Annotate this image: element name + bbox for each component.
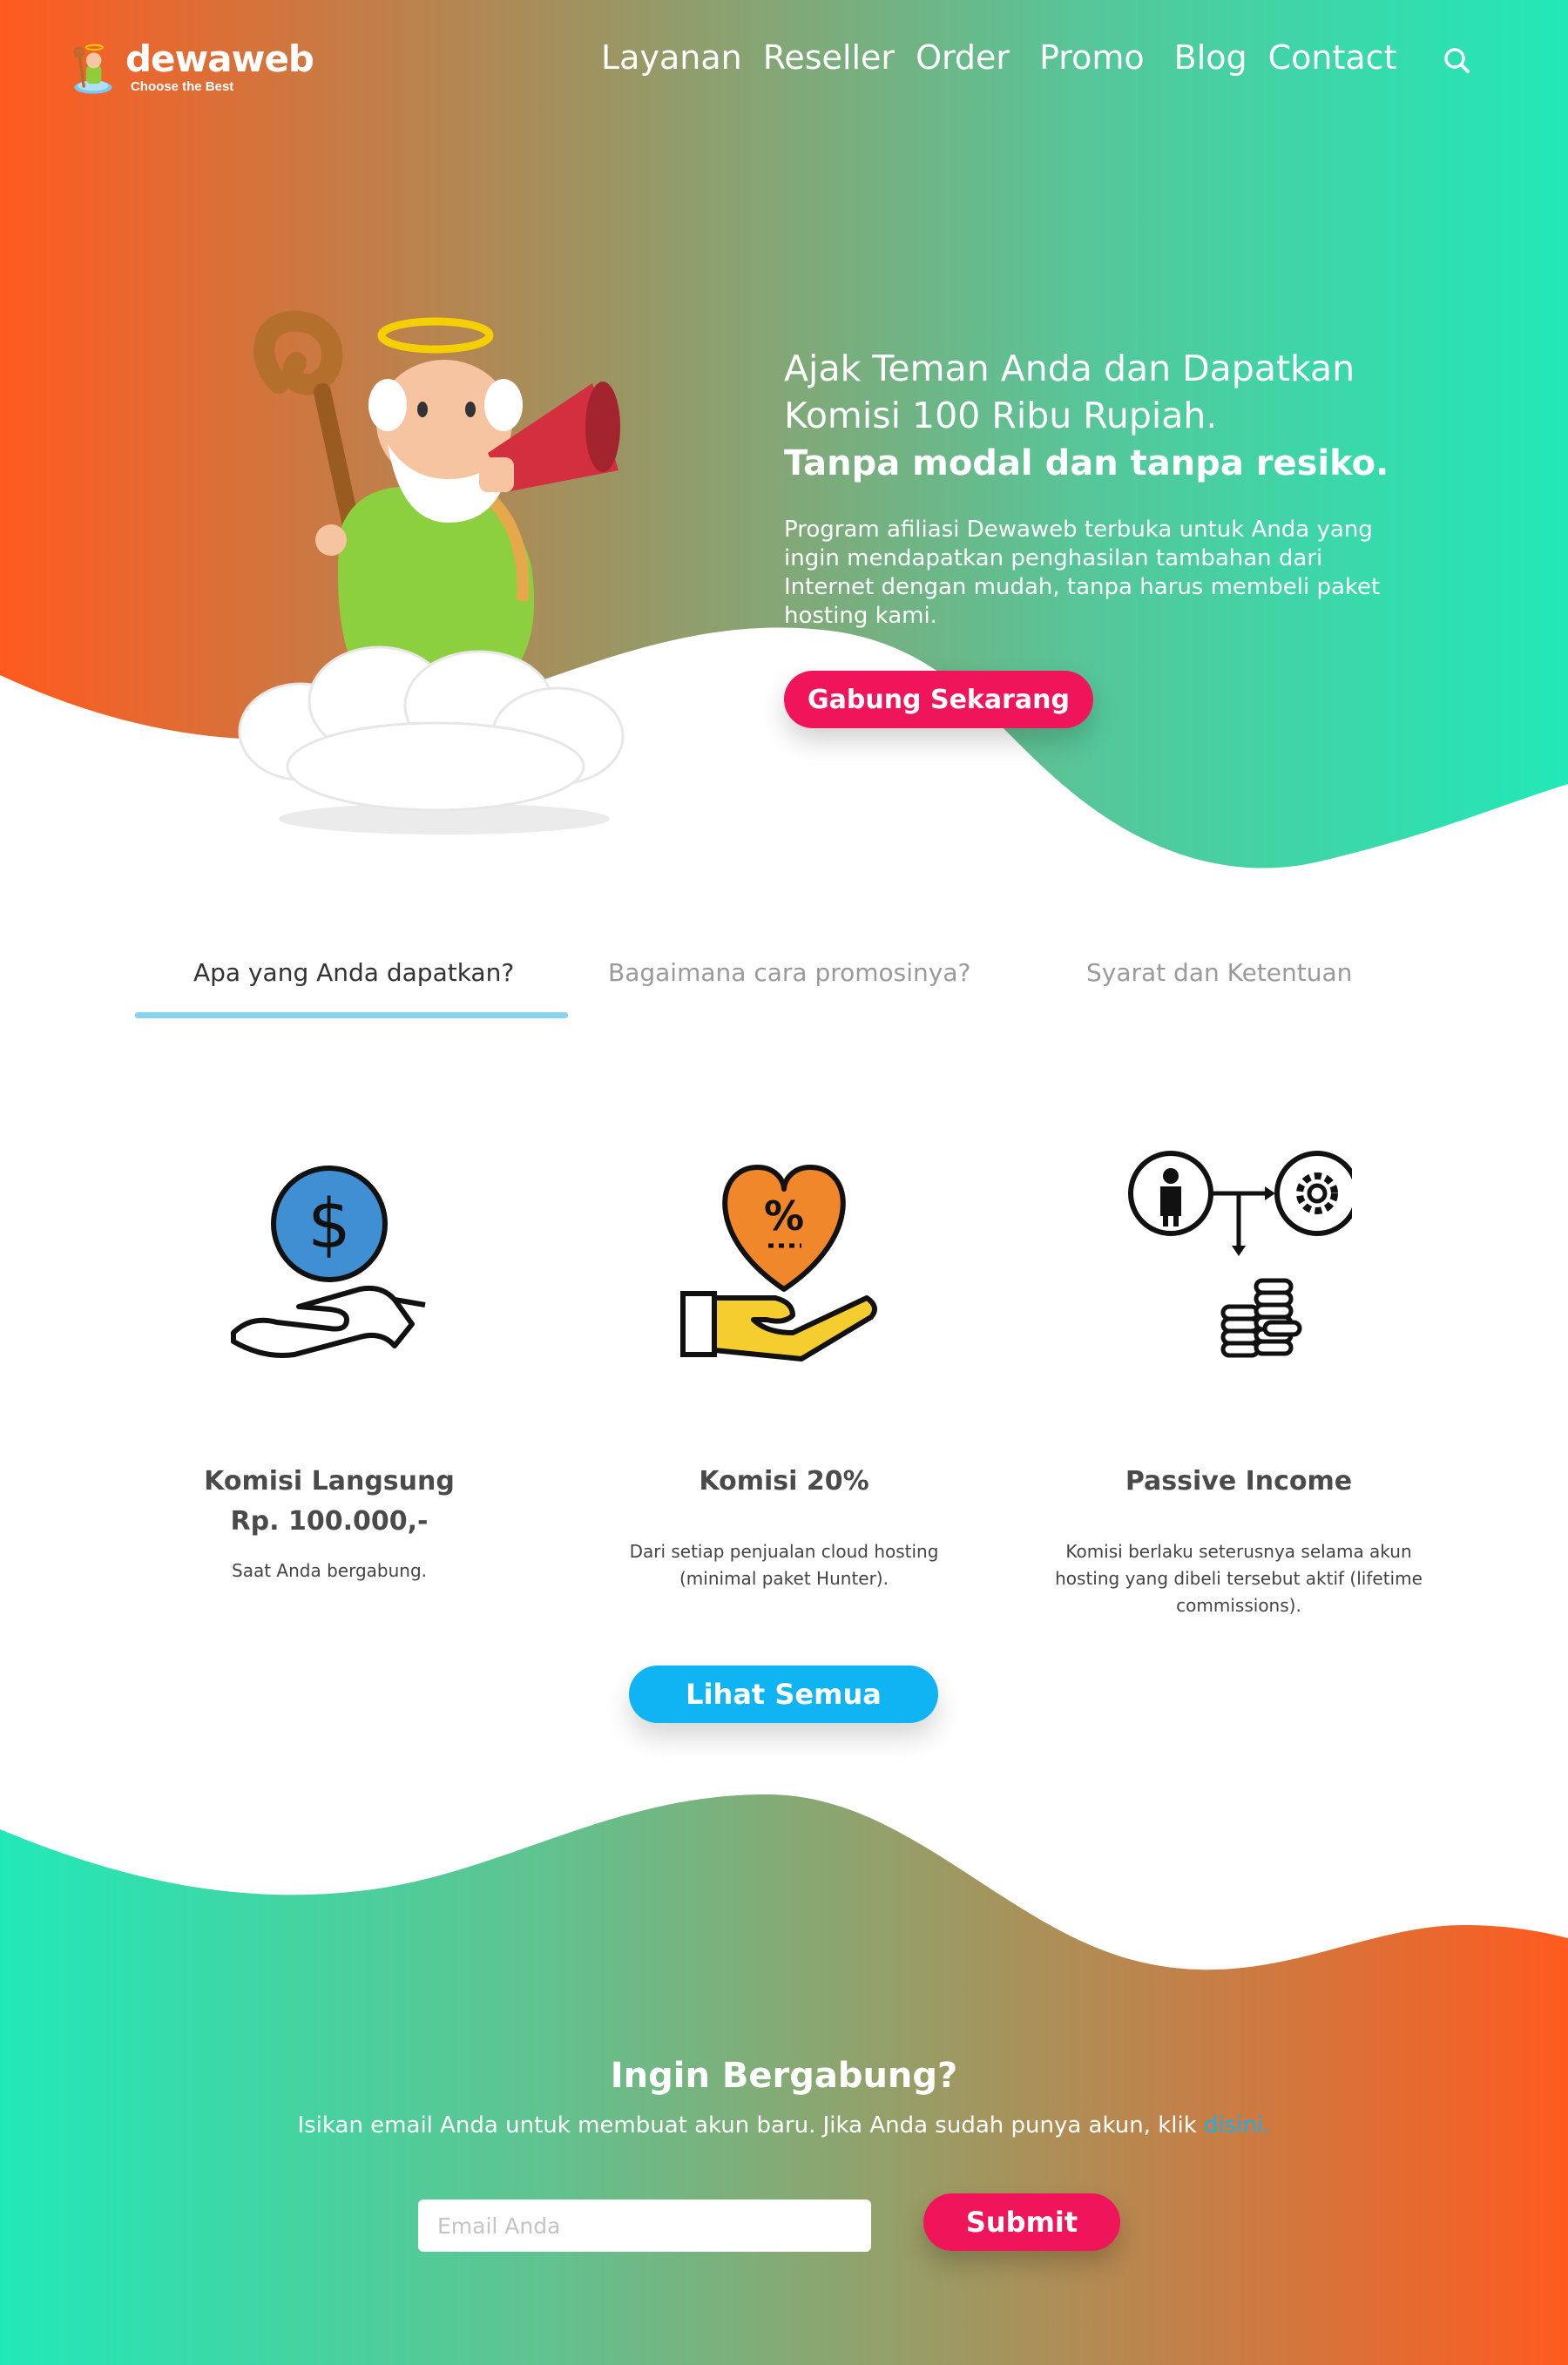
feature-title: Komisi Langsung bbox=[204, 1466, 455, 1497]
join-title: Ingin Bergabung? bbox=[610, 2056, 958, 2096]
info-tabs: Apa yang Anda dapatkan? Bagaimana cara p… bbox=[135, 958, 1433, 1019]
hero-heading-line2: Komisi 100 Ribu Rupiah. bbox=[784, 395, 1218, 436]
join-now-button[interactable]: Gabung Sekarang bbox=[784, 671, 1093, 728]
mascot-illustration bbox=[238, 310, 625, 835]
feature-card: % Komisi 20% Dari setiap penjualan cloud… bbox=[584, 1150, 984, 1592]
tab-terms[interactable]: Syarat dan Ketentuan bbox=[1086, 958, 1352, 987]
feature-description: Dari setiap penjualan cloud hosting (min… bbox=[629, 1541, 939, 1589]
hero-heading-line1: Ajak Teman Anda dan Dapatkan bbox=[784, 348, 1355, 389]
active-tab-indicator bbox=[135, 1012, 568, 1018]
login-here-link[interactable]: disini. bbox=[1204, 2112, 1270, 2139]
email-field[interactable] bbox=[418, 2199, 871, 2252]
nav-menu: Layanan Reseller Order Promo Blog Contac… bbox=[601, 38, 1417, 77]
nav-item-layanan[interactable]: Layanan bbox=[601, 38, 742, 77]
submit-button[interactable]: Submit bbox=[923, 2193, 1120, 2251]
hero-paragraph: Program afiliasi Dewaweb terbuka untuk A… bbox=[784, 517, 1381, 629]
hand-dollar-icon: $ bbox=[231, 1166, 426, 1358]
logo[interactable]: dewaweb Choose the Best bbox=[70, 26, 314, 109]
nav-item-promo[interactable]: Promo bbox=[1039, 38, 1145, 77]
svg-text:$: $ bbox=[308, 1186, 351, 1264]
join-text-body: Isikan email Anda untuk membuat akun bar… bbox=[297, 2112, 1197, 2139]
feature-description: Komisi berlaku seterusnya selama akun ho… bbox=[1055, 1541, 1423, 1616]
brand-name: dewaweb bbox=[125, 37, 314, 80]
top-navigation: dewaweb Choose the Best Layanan Reseller… bbox=[0, 0, 1568, 131]
logo-mascot-icon bbox=[73, 44, 112, 94]
hero-copy: Ajak Teman Anda dan Dapatkan Komisi 100 … bbox=[784, 345, 1446, 631]
tab-benefits[interactable]: Apa yang Anda dapatkan? bbox=[193, 958, 514, 987]
see-all-button[interactable]: Lihat Semua bbox=[629, 1666, 938, 1723]
join-text: Isikan email Anda untuk membuat akun bar… bbox=[0, 2112, 1568, 2139]
feature-card: $ Komisi Langsung Rp. 100.000,- Saat And… bbox=[129, 1150, 530, 1585]
feature-subtitle: Rp. 100.000,- bbox=[230, 1506, 429, 1537]
search-icon[interactable] bbox=[1442, 45, 1473, 77]
nav-item-reseller[interactable]: Reseller bbox=[763, 38, 895, 77]
hero-heading-bold: Tanpa modal dan tanpa resiko. bbox=[784, 443, 1389, 483]
brand-tagline: Choose the Best bbox=[130, 79, 234, 94]
nav-item-order[interactable]: Order bbox=[916, 38, 1010, 77]
feature-description: Saat Anda bergabung. bbox=[232, 1560, 427, 1581]
passive-income-icon bbox=[1128, 1151, 1352, 1358]
heart-percent-hand-icon: % bbox=[680, 1165, 877, 1362]
join-section: Ingin Bergabung? Isikan email Anda untuk… bbox=[0, 1794, 1568, 2365]
hero-section: dewaweb Choose the Best Layanan Reseller… bbox=[0, 0, 1568, 880]
feature-title: Passive Income bbox=[1125, 1466, 1353, 1497]
svg-text:%: % bbox=[764, 1193, 804, 1240]
tab-promotion[interactable]: Bagaimana cara promosinya? bbox=[608, 958, 970, 987]
feature-title: Komisi 20% bbox=[699, 1466, 869, 1497]
nav-item-contact[interactable]: Contact bbox=[1268, 38, 1397, 77]
feature-card: Passive Income Komisi berlaku seterusnya… bbox=[1038, 1150, 1439, 1619]
nav-item-blog[interactable]: Blog bbox=[1174, 38, 1247, 77]
